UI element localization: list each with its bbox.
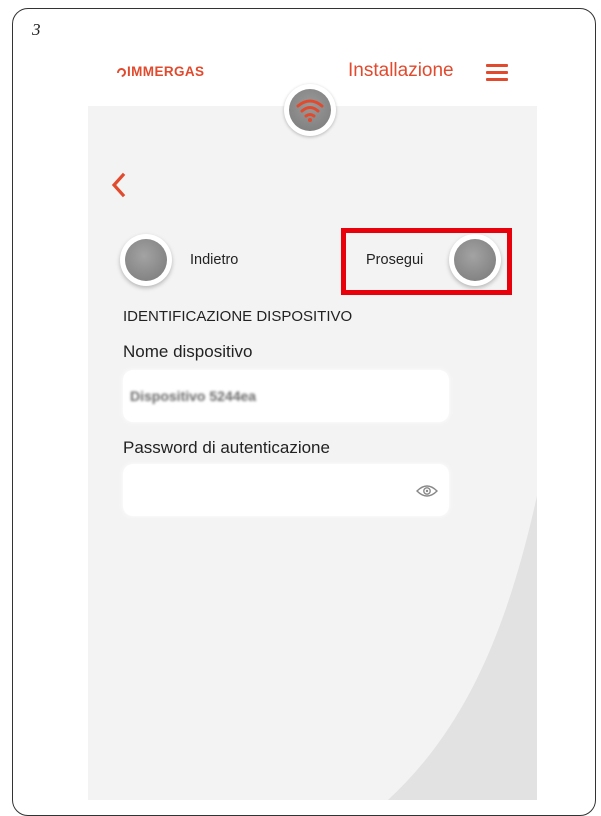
device-name-value: Dispositivo 5244ea: [130, 388, 257, 404]
device-name-field[interactable]: Dispositivo 5244ea: [123, 370, 449, 422]
password-field[interactable]: [123, 464, 449, 516]
device-name-label: Nome dispositivo: [123, 342, 253, 361]
step-number: 3: [32, 20, 41, 39]
chevron-left-icon[interactable]: [110, 172, 126, 198]
back-button-label[interactable]: Indietro: [190, 252, 238, 268]
logo-mark-icon: [115, 66, 128, 79]
app-screen: IMMERGAS Installazione Indietro Prosegui: [88, 48, 537, 800]
section-title: IDENTIFICAZIONE DISPOSITIVO: [123, 308, 353, 325]
brand-logo: IMMERGAS: [115, 64, 205, 79]
logo-text: IMMERGAS: [127, 64, 205, 79]
next-button-highlight: [341, 228, 512, 295]
wifi-icon: [296, 99, 324, 122]
back-button[interactable]: [120, 234, 172, 286]
hamburger-menu-icon[interactable]: [486, 64, 508, 81]
password-label: Password di autenticazione: [123, 438, 330, 457]
eye-icon[interactable]: [416, 484, 438, 498]
page-title: Installazione: [348, 60, 454, 81]
wifi-status-badge: [284, 84, 336, 136]
